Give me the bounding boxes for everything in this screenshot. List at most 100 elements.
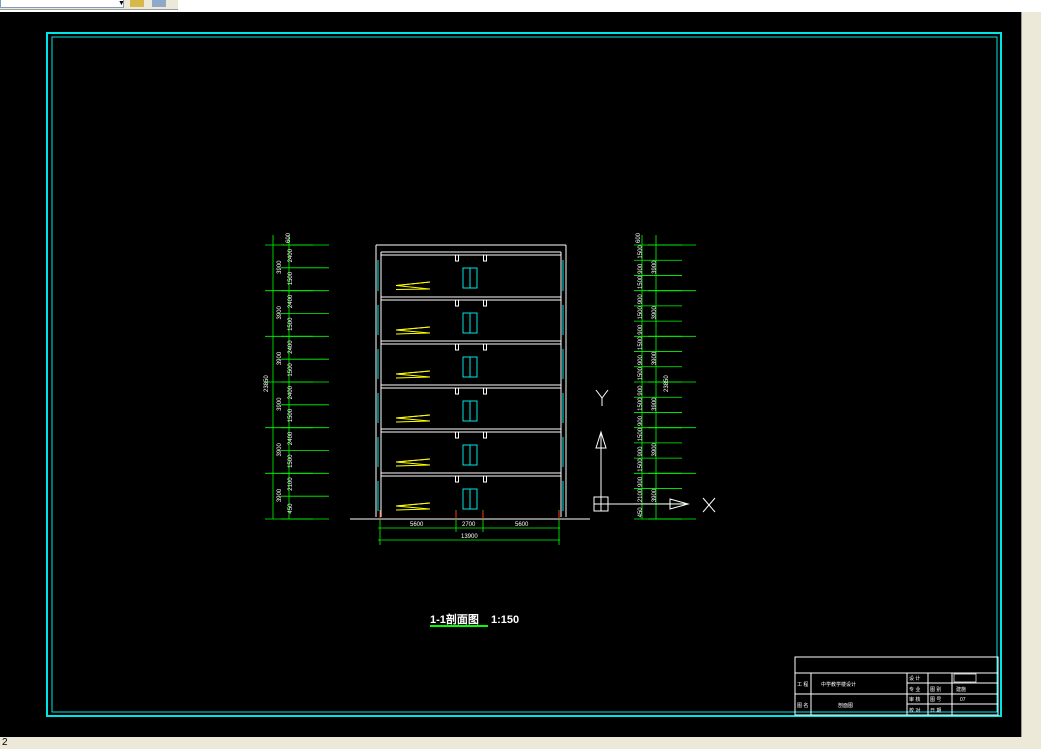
right-dim-value: 900 (638, 385, 644, 396)
right-dim-total: 23850 (664, 375, 670, 392)
tb-drawing-name: 剖面图 (838, 702, 853, 709)
tb-drawing-label: 图 名 (797, 702, 808, 709)
cad-drawing: 600 23850 2400 1500 2400 1500 2400 1500 2400 15… (0, 12, 1002, 717)
stair-rail (395, 376, 431, 379)
left-floor-dim: 3900 (277, 351, 283, 365)
right-dim-value: 1500 (638, 275, 644, 289)
stair-flight (395, 461, 430, 466)
section-scale: 1:150 (491, 614, 519, 626)
left-dim-value: 1500 (288, 317, 294, 331)
left-dim-value: 2100 (288, 477, 294, 491)
right-floor-dim: 3900 (652, 260, 658, 274)
right-floor-dim: 3900 (652, 305, 658, 319)
tb-date-label: 日 期 (930, 708, 941, 714)
tb-check: 校 对 (909, 707, 920, 714)
stair-rail (395, 326, 431, 331)
layer-tool-icon[interactable] (130, 0, 144, 7)
layer-dropdown[interactable] (0, 0, 124, 8)
stair-flight (395, 373, 430, 378)
bottom-dim-3: 5600 (515, 522, 529, 528)
left-dim-value: 1500 (288, 363, 294, 377)
left-floor-dim: 3900 (277, 260, 283, 274)
left-dim-value: 1500 (288, 408, 294, 422)
stair-rail (395, 288, 431, 290)
tb-type-label: 图 别 (930, 686, 941, 693)
inner-frame (51, 36, 998, 713)
right-dim-value: 450 (638, 507, 644, 518)
tb-project-name: 中学教学楼设计 (821, 681, 856, 688)
stair-flight (395, 329, 430, 334)
tb-project-label: 工 程 (797, 681, 808, 688)
beam (483, 254, 487, 262)
left-floor-dim: 3900 (277, 397, 283, 411)
bottom-dim-total: 13900 (461, 534, 478, 540)
left-dim-value: 2400 (288, 294, 294, 308)
left-dimension-lines (265, 235, 329, 520)
right-dim-value: 900 (638, 324, 644, 335)
tb-design: 设 计 (909, 675, 920, 682)
right-dim-value: 900 (638, 263, 644, 274)
left-dim-top: 600 (286, 232, 292, 243)
right-floor-dim: 3900 (652, 351, 658, 365)
layer-prev-icon[interactable] (152, 0, 166, 7)
toolbar-fragment: ▼ (0, 0, 178, 10)
stair-rail (395, 332, 431, 335)
stair-flight (395, 505, 430, 510)
stair-rail (395, 508, 431, 511)
beam (483, 475, 487, 483)
stair-rail (395, 502, 431, 507)
right-dim-value: 2100 (638, 488, 644, 502)
bottom-dim-ticks (379, 511, 560, 519)
tb-number-value: 07 (960, 697, 966, 703)
section-title: 1-1剖面图 (430, 612, 479, 626)
stair-rail (395, 370, 431, 375)
right-dim-value: 900 (638, 476, 644, 487)
drawing-canvas[interactable]: 600 23850 2400 1500 2400 1500 2400 1500 2400 15… (0, 12, 1021, 737)
bottom-dim-1: 5600 (410, 522, 424, 528)
stair-rail (395, 458, 431, 463)
beam (455, 431, 459, 439)
beam (455, 343, 459, 351)
right-dim-value: 900 (638, 354, 644, 365)
right-dim-value: 1500 (638, 397, 644, 411)
vertical-scrollbar[interactable] (1021, 12, 1041, 737)
beam (483, 299, 487, 307)
right-dim-value: 900 (638, 415, 644, 426)
left-floor-dim: 3900 (277, 305, 283, 319)
stair-rail (395, 464, 431, 467)
left-dim-value: 2400 (288, 431, 294, 445)
right-dim-value: 1500 (638, 305, 644, 319)
beam (483, 343, 487, 351)
stair-flight (395, 417, 430, 422)
stair-flight (395, 285, 430, 290)
left-floor-dim: 3900 (277, 442, 283, 456)
stair-rail (395, 414, 431, 419)
tb-review: 审 核 (909, 696, 920, 703)
right-dim-value: 900 (638, 446, 644, 457)
beam (455, 254, 459, 262)
ucs-y-label: Y (0, 12, 1, 13)
tb-type-value: 建施 (956, 686, 966, 693)
tb-major: 专 业 (909, 686, 920, 693)
left-dim-value: 450 (288, 503, 294, 514)
ucs-x-label: X (0, 12, 1, 13)
stair-rail (395, 281, 431, 286)
outer-frame (46, 32, 1002, 717)
dropdown-arrow-icon[interactable]: ▼ (118, 0, 125, 7)
right-floor-dim: 3900 (652, 488, 658, 502)
left-dim-value: 1500 (288, 271, 294, 285)
beam (455, 387, 459, 395)
right-dim-value: 1500 (638, 458, 644, 472)
layout-tab-bar: 2 (0, 737, 1041, 749)
right-floor-dim: 3900 (652, 397, 658, 411)
left-dim-value: 2400 (288, 340, 294, 354)
layout-tab[interactable]: 2 (0, 737, 8, 748)
right-dim-value: 1500 (638, 245, 644, 259)
right-dim-value: 1500 (638, 366, 644, 380)
left-dim-value: 1500 (288, 454, 294, 468)
right-dim-value: 900 (638, 294, 644, 305)
bottom-dim-2: 2700 (462, 522, 476, 528)
left-dim-value: 2400 (288, 248, 294, 262)
tb-number-label: 图 号 (930, 697, 941, 703)
right-dim-value: 1500 (638, 427, 644, 441)
